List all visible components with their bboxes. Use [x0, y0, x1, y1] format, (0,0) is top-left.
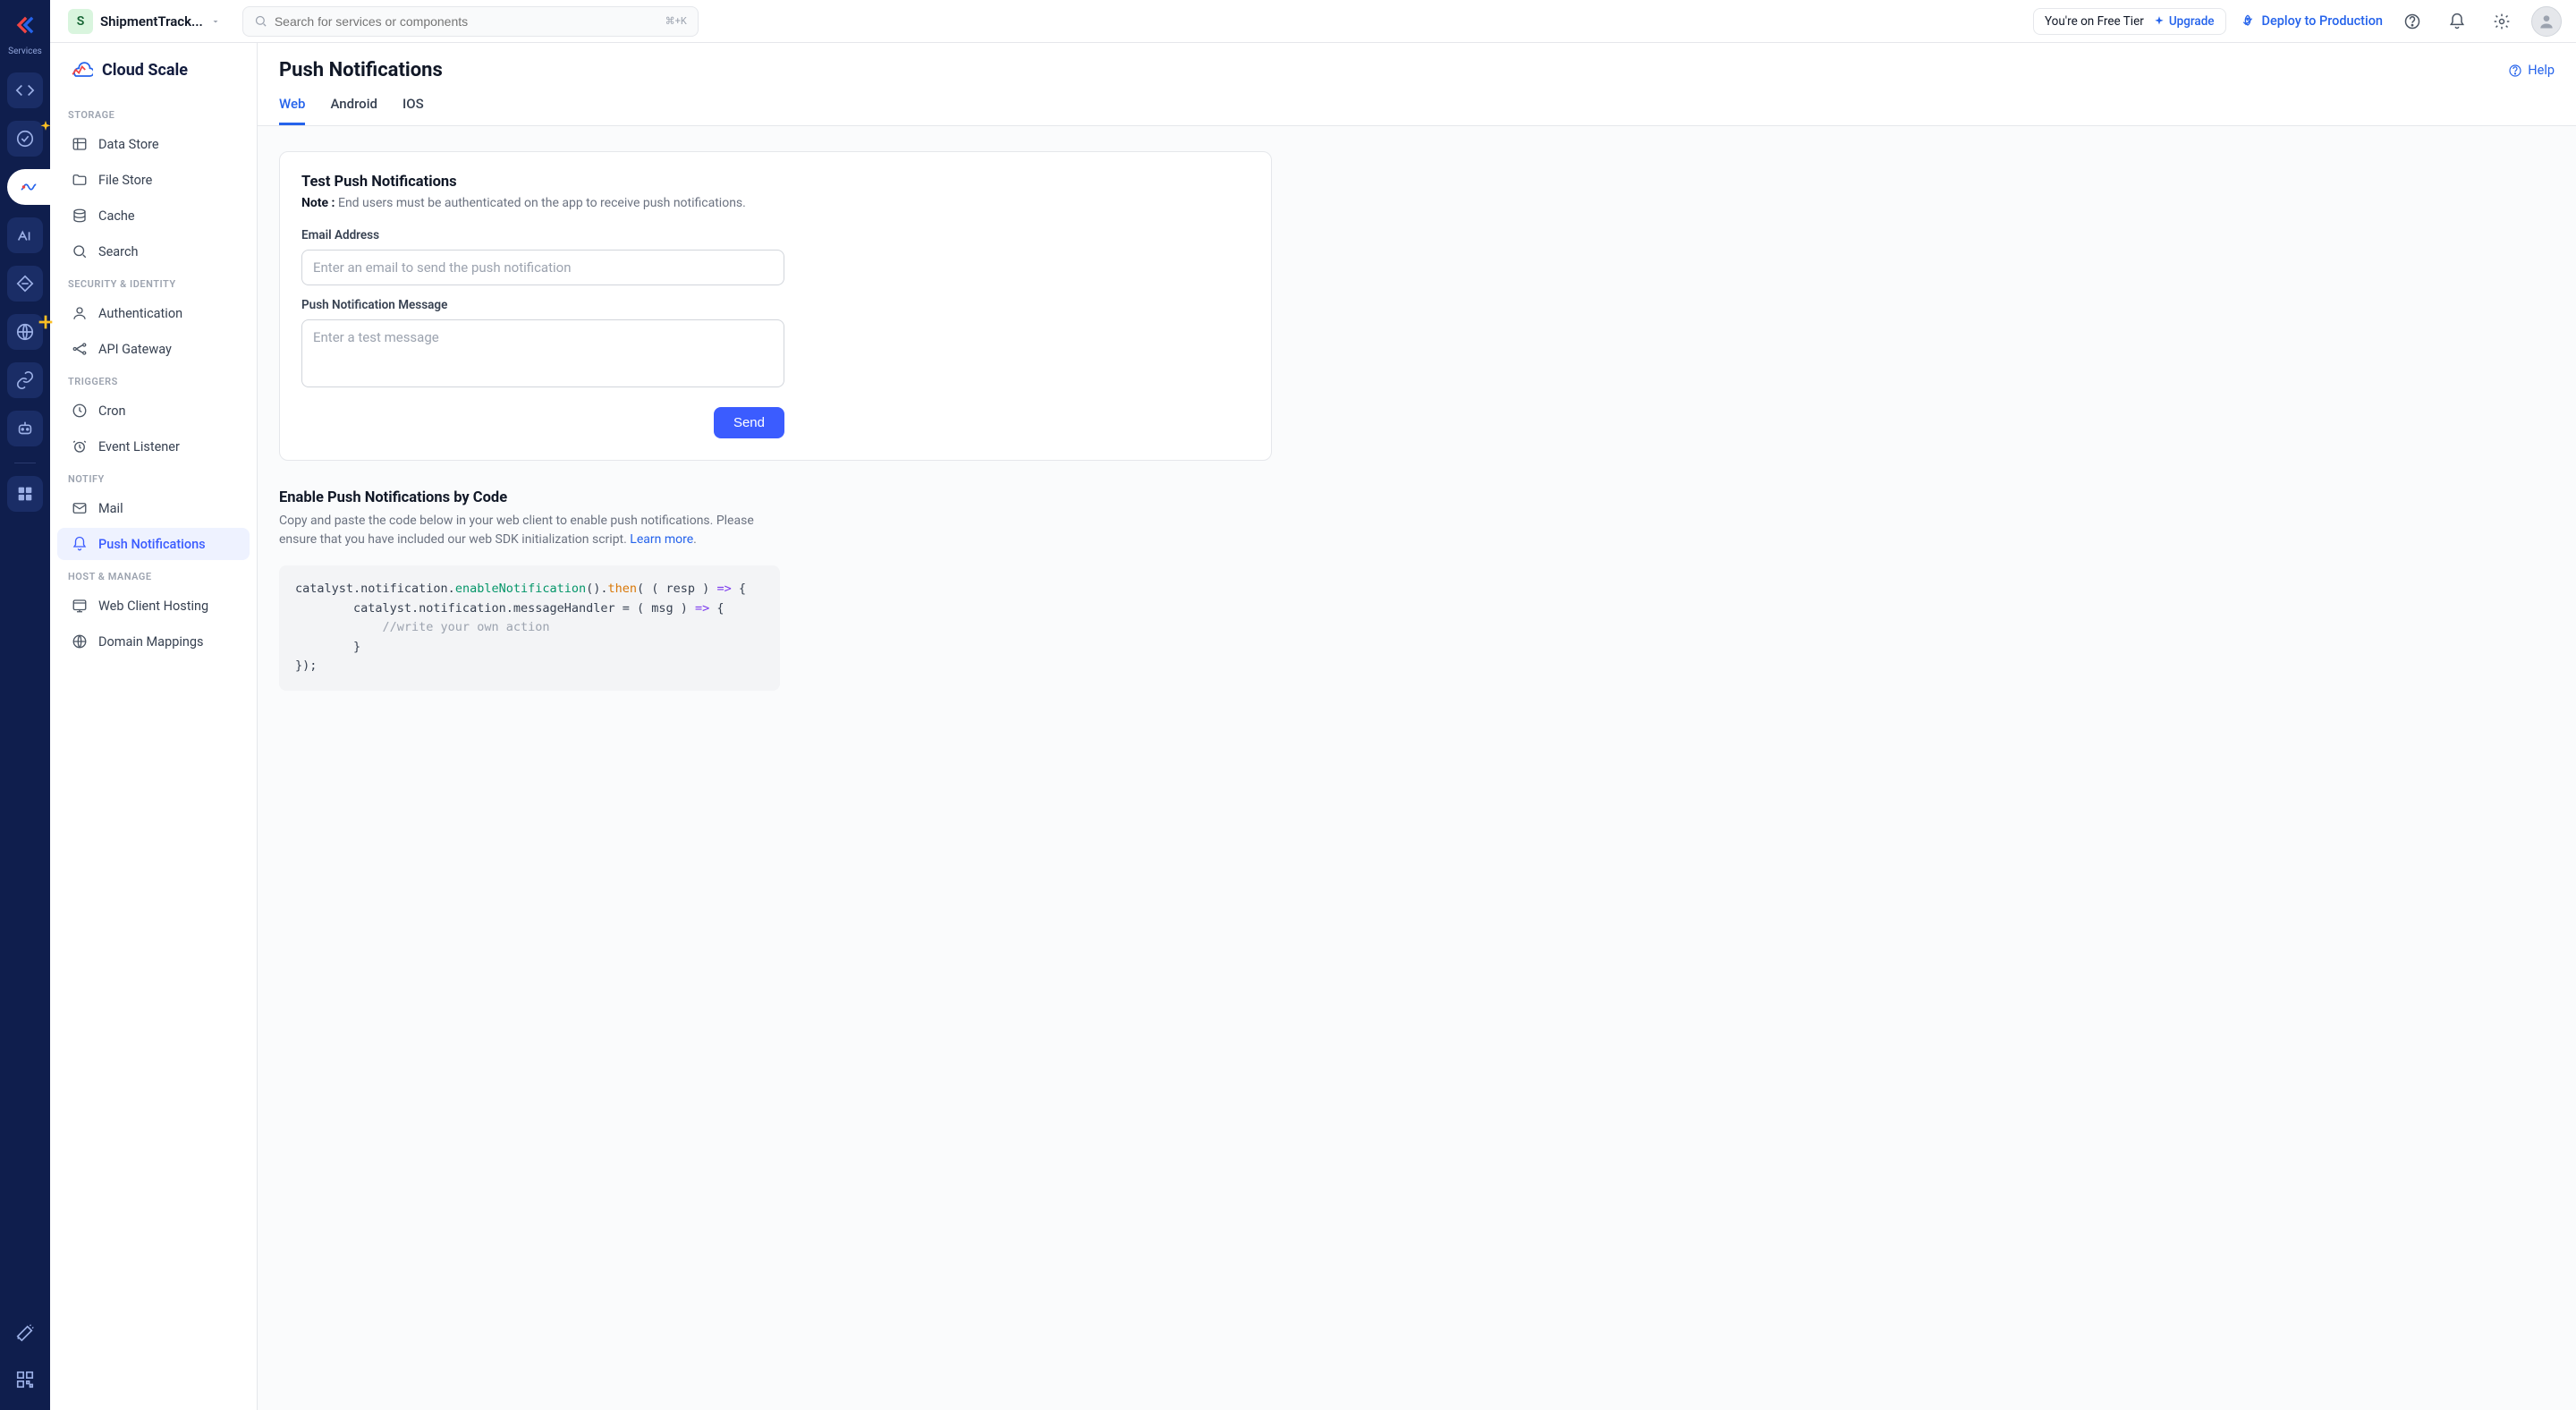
code-section-title: Enable Push Notifications by Code: [279, 489, 780, 506]
sidebar-item-domain-mappings[interactable]: Domain Mappings: [57, 625, 250, 658]
tabs: Web Android IOS: [258, 81, 2576, 126]
card-note: Note : End users must be authenticated o…: [301, 196, 1250, 210]
bell-item-icon: [72, 536, 88, 552]
sparkle-icon: [36, 119, 45, 128]
enable-by-code-section: Enable Push Notifications by Code Copy a…: [279, 489, 780, 691]
search-box[interactable]: ⌘+K: [242, 6, 699, 37]
rail-item-code[interactable]: [7, 72, 43, 108]
search-icon: [254, 14, 267, 28]
clock-icon: [72, 403, 88, 419]
sidebar-item-authentication[interactable]: Authentication: [57, 297, 250, 329]
code-block[interactable]: catalyst.notification.enableNotification…: [279, 565, 780, 691]
help-icon[interactable]: [2397, 6, 2428, 37]
send-button[interactable]: Send: [714, 407, 784, 438]
bell-icon[interactable]: [2442, 6, 2472, 37]
plus-badge-icon: [36, 312, 45, 321]
rail-item-apps[interactable]: [7, 476, 43, 512]
rail-services-label: Services: [8, 47, 42, 56]
search-input[interactable]: [275, 14, 658, 29]
sidebar-item-search[interactable]: Search: [57, 235, 250, 268]
learn-more-link[interactable]: Learn more: [630, 532, 693, 547]
chevron-down-icon: [210, 16, 221, 27]
rail-item-check[interactable]: [7, 121, 43, 157]
project-badge: S: [68, 9, 93, 34]
tab-android[interactable]: Android: [330, 96, 377, 125]
tab-ios[interactable]: IOS: [402, 96, 424, 125]
user-avatar[interactable]: [2531, 6, 2562, 37]
topbar: S ShipmentTrack... ⌘+K You're on Free Ti…: [50, 0, 2576, 43]
project-name: ShipmentTrack...: [100, 13, 203, 30]
sidebar-item-web-client-hosting[interactable]: Web Client Hosting: [57, 590, 250, 622]
test-push-card: Test Push Notifications Note : End users…: [279, 151, 1272, 461]
app-logo-icon[interactable]: [13, 13, 38, 38]
tier-text: You're on Free Tier: [2045, 14, 2144, 29]
email-label: Email Address: [301, 228, 1250, 242]
email-input[interactable]: [301, 250, 784, 285]
sidebar-item-event-listener[interactable]: Event Listener: [57, 430, 250, 463]
sidebar: Cloud Scale STORAGE Data Store File Stor…: [50, 0, 258, 1410]
sidebar-item-cache[interactable]: Cache: [57, 200, 250, 232]
message-input[interactable]: [301, 319, 784, 387]
section-host: HOST & MANAGE: [50, 562, 257, 588]
main-content: Push Notifications Help Web Android IOS …: [258, 0, 2576, 1410]
rail-item-link[interactable]: [7, 362, 43, 398]
sidebar-item-data-store[interactable]: Data Store: [57, 128, 250, 160]
message-label: Push Notification Message: [301, 298, 1250, 312]
rail-item-ai[interactable]: [7, 217, 43, 253]
page-title: Push Notifications: [279, 59, 443, 81]
rail-item-robot[interactable]: [7, 411, 43, 446]
mail-icon: [72, 500, 88, 516]
rail-item-diamond[interactable]: [7, 266, 43, 302]
tab-web[interactable]: Web: [279, 96, 305, 125]
sidebar-item-mail[interactable]: Mail: [57, 492, 250, 524]
section-storage: STORAGE: [50, 100, 257, 126]
database-icon: [72, 136, 88, 152]
sidebar-brand: Cloud Scale: [50, 43, 257, 100]
help-link[interactable]: Help: [2508, 63, 2555, 78]
rail-item-qr[interactable]: [7, 1362, 43, 1397]
alarm-icon: [72, 438, 88, 454]
globe-item-icon: [72, 633, 88, 650]
search-shortcut: ⌘+K: [665, 15, 687, 27]
sidebar-item-cron[interactable]: Cron: [57, 395, 250, 427]
code-section-desc: Copy and paste the code below in your we…: [279, 512, 780, 549]
sidebar-item-push-notifications[interactable]: Push Notifications: [57, 528, 250, 560]
help-circle-icon: [2508, 64, 2522, 78]
rail-item-wand[interactable]: [7, 1315, 43, 1351]
rocket-icon: [2241, 14, 2255, 29]
project-selector[interactable]: S ShipmentTrack...: [64, 5, 228, 38]
card-title: Test Push Notifications: [301, 174, 1250, 191]
section-notify: NOTIFY: [50, 464, 257, 490]
left-rail: Services: [0, 0, 50, 1410]
rail-item-globe[interactable]: [7, 314, 43, 350]
rail-item-scale[interactable]: [7, 169, 50, 205]
gateway-icon: [72, 341, 88, 357]
cloud-scale-icon: [68, 57, 93, 82]
browser-icon: [72, 598, 88, 614]
section-security: SECURITY & IDENTITY: [50, 269, 257, 295]
sparkle-upgrade-icon: [2153, 15, 2165, 28]
cache-icon: [72, 208, 88, 224]
section-triggers: TRIGGERS: [50, 367, 257, 393]
deploy-button[interactable]: Deploy to Production: [2241, 13, 2383, 29]
upgrade-link[interactable]: Upgrade: [2153, 14, 2215, 29]
user-icon: [72, 305, 88, 321]
sidebar-item-api-gateway[interactable]: API Gateway: [57, 333, 250, 365]
tier-box[interactable]: You're on Free Tier Upgrade: [2033, 8, 2226, 35]
folder-icon: [72, 172, 88, 188]
sidebar-item-file-store[interactable]: File Store: [57, 164, 250, 196]
search-item-icon: [72, 243, 88, 259]
gear-icon[interactable]: [2487, 6, 2517, 37]
